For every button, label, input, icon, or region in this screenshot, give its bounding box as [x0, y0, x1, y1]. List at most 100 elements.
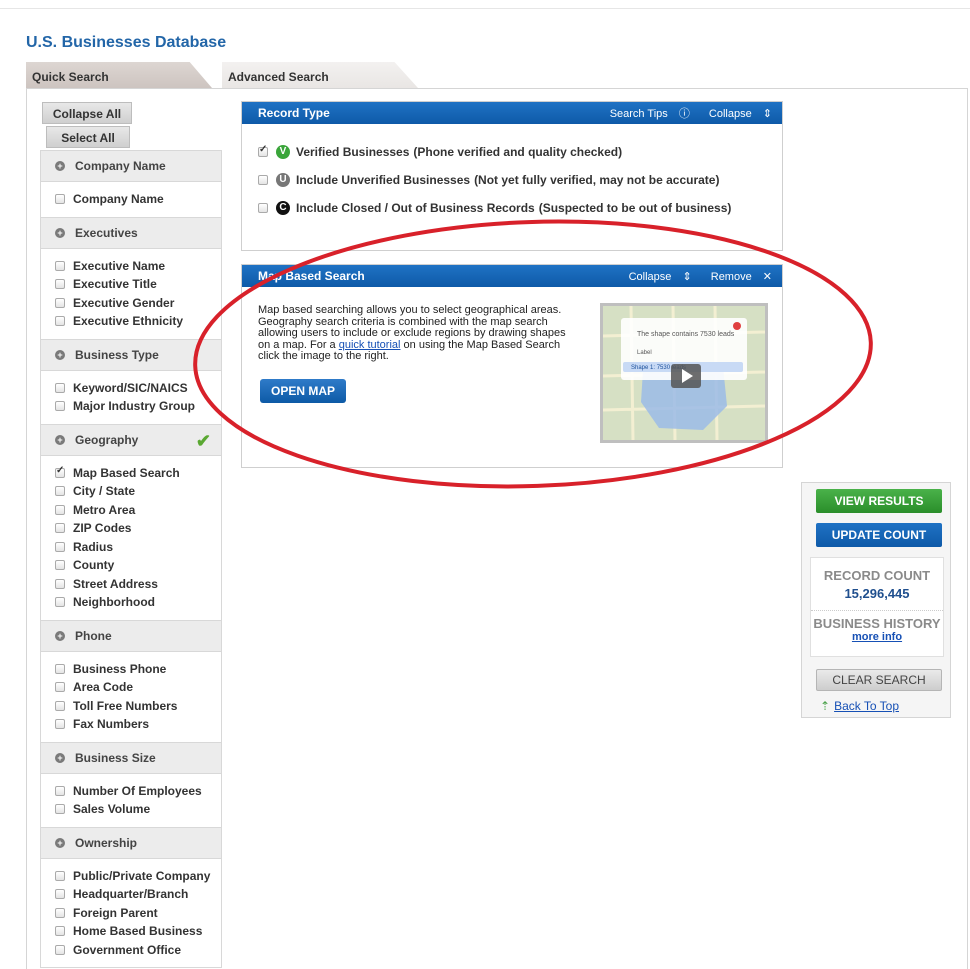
- criteria-option[interactable]: Company Name: [55, 190, 221, 209]
- option-label: Map Based Search: [73, 465, 180, 480]
- criteria-option[interactable]: Keyword/SIC/NAICS: [55, 379, 221, 398]
- criteria-option[interactable]: Number Of Employees: [55, 782, 221, 801]
- checkbox[interactable]: [55, 682, 65, 693]
- criteria-option[interactable]: Map Based Search: [55, 464, 221, 483]
- criteria-option[interactable]: Neighborhood: [55, 593, 221, 612]
- section-header-business-size[interactable]: + Business Size: [41, 741, 221, 774]
- select-all-button[interactable]: Select All: [46, 126, 130, 148]
- criteria-option[interactable]: Radius: [55, 538, 221, 557]
- clear-search-button[interactable]: CLEAR SEARCH: [816, 669, 942, 691]
- criteria-option[interactable]: ZIP Codes: [55, 519, 221, 538]
- checkbox[interactable]: [55, 523, 65, 534]
- criteria-sidebar: + Company Name Company Name + Executives Exec…: [40, 150, 222, 968]
- criteria-option[interactable]: Public/Private Company: [55, 867, 221, 886]
- option-label: Executive Title: [73, 277, 157, 292]
- checkbox[interactable]: [55, 382, 65, 393]
- criteria-option[interactable]: Executive Gender: [55, 294, 221, 313]
- criteria-option[interactable]: Executive Name: [55, 257, 221, 276]
- checkbox[interactable]: [258, 203, 268, 213]
- checkbox[interactable]: [55, 260, 65, 271]
- checkbox[interactable]: [55, 719, 65, 730]
- criteria-option[interactable]: Headquarter/Branch: [55, 885, 221, 904]
- checkbox[interactable]: [55, 944, 65, 955]
- record-type-note: (Phone verified and quality checked): [413, 145, 623, 159]
- section-header-company-name[interactable]: + Company Name: [41, 150, 221, 182]
- option-label: Sales Volume: [73, 802, 151, 817]
- checkbox[interactable]: [55, 889, 65, 900]
- criteria-option[interactable]: Metro Area: [55, 501, 221, 520]
- criteria-option[interactable]: Toll Free Numbers: [55, 697, 221, 716]
- checkbox[interactable]: [55, 785, 65, 796]
- criteria-option[interactable]: Area Code: [55, 678, 221, 697]
- checkbox[interactable]: [55, 297, 65, 308]
- checkbox[interactable]: [55, 907, 65, 918]
- criteria-option[interactable]: Executive Ethnicity: [55, 312, 221, 331]
- option-label: Neighborhood: [73, 595, 155, 610]
- record-type-row[interactable]: V Verified Businesses(Phone verified and …: [258, 138, 782, 166]
- checkbox[interactable]: [55, 560, 65, 571]
- checkbox[interactable]: [55, 597, 65, 608]
- checkbox[interactable]: [55, 316, 65, 327]
- map-remove-link[interactable]: Remove ✕: [703, 271, 772, 283]
- section-title: Business Type: [75, 347, 159, 362]
- arrow-up-icon: ⇡: [820, 699, 831, 713]
- checkbox[interactable]: [55, 804, 65, 815]
- open-map-button[interactable]: OPEN MAP: [260, 379, 346, 403]
- section-header-business-type[interactable]: + Business Type: [41, 338, 221, 371]
- option-label: Company Name: [73, 192, 164, 207]
- quick-tutorial-link[interactable]: quick tutorial: [339, 339, 401, 351]
- view-results-button[interactable]: VIEW RESULTS: [816, 489, 942, 513]
- section-header-geography[interactable]: + Geography ✔: [41, 423, 221, 456]
- checkbox[interactable]: [55, 486, 65, 497]
- record-type-row[interactable]: C Include Closed / Out of Business Record…: [258, 194, 782, 222]
- checkbox[interactable]: [55, 663, 65, 674]
- record-type-label: Include Closed / Out of Business Records: [296, 201, 535, 215]
- criteria-option[interactable]: Major Industry Group: [55, 397, 221, 416]
- search-tips-link[interactable]: Search Tips ⓘ: [602, 108, 690, 120]
- checkbox[interactable]: [55, 870, 65, 881]
- checkbox[interactable]: [55, 194, 65, 205]
- record-type-collapse-link[interactable]: Collapse ⇕: [701, 108, 772, 120]
- checkbox[interactable]: [258, 144, 268, 157]
- criteria-option[interactable]: City / State: [55, 482, 221, 501]
- collapse-all-button[interactable]: Collapse All: [42, 102, 132, 124]
- record-type-row[interactable]: U Include Unverified Businesses (Not yet f…: [258, 166, 782, 194]
- option-label: Area Code: [73, 680, 134, 695]
- option-label: Executive Name: [73, 258, 166, 273]
- checkbox[interactable]: [55, 465, 65, 478]
- back-to-top-link[interactable]: ⇡ Back To Top: [820, 699, 899, 713]
- search-tabs: Quick Search Advanced Search: [26, 62, 446, 88]
- tab-advanced-search[interactable]: Advanced Search: [222, 62, 418, 88]
- checkbox[interactable]: [55, 700, 65, 711]
- criteria-option[interactable]: Street Address: [55, 575, 221, 594]
- criteria-option[interactable]: Fax Numbers: [55, 715, 221, 734]
- option-label: Major Industry Group: [73, 399, 196, 414]
- map-tutorial-thumbnail[interactable]: The shape contains 7530 leads Label Shap…: [600, 303, 768, 443]
- option-label: Public/Private Company: [73, 868, 211, 883]
- expand-icon: +: [55, 161, 65, 171]
- more-info-link[interactable]: more info: [811, 631, 943, 643]
- criteria-option[interactable]: County: [55, 556, 221, 575]
- checkbox[interactable]: [55, 279, 65, 290]
- checkbox[interactable]: [55, 504, 65, 515]
- tab-quick-search[interactable]: Quick Search: [26, 62, 212, 88]
- criteria-option[interactable]: Home Based Business: [55, 922, 221, 941]
- criteria-option[interactable]: Sales Volume: [55, 800, 221, 819]
- criteria-option[interactable]: Executive Title: [55, 275, 221, 294]
- option-label: Government Office: [73, 942, 182, 957]
- section-header-ownership[interactable]: + Ownership: [41, 826, 221, 859]
- record-type-panel: Record Type Search Tips ⓘ Collapse ⇕ V Ve…: [241, 101, 783, 251]
- criteria-option[interactable]: Business Phone: [55, 660, 221, 679]
- checkbox[interactable]: [55, 926, 65, 937]
- checkbox[interactable]: [55, 578, 65, 589]
- checkbox[interactable]: [55, 401, 65, 412]
- section-header-phone[interactable]: + Phone: [41, 619, 221, 652]
- map-collapse-link[interactable]: Collapse ⇕: [621, 271, 692, 283]
- checkbox[interactable]: [258, 175, 268, 185]
- section-header-executives[interactable]: + Executives: [41, 216, 221, 249]
- criteria-option[interactable]: Foreign Parent: [55, 904, 221, 923]
- criteria-option[interactable]: Government Office: [55, 941, 221, 960]
- checkbox[interactable]: [55, 541, 65, 552]
- update-count-button[interactable]: UPDATE COUNT: [816, 523, 942, 547]
- record-type-label: Include Unverified Businesses: [296, 173, 471, 187]
